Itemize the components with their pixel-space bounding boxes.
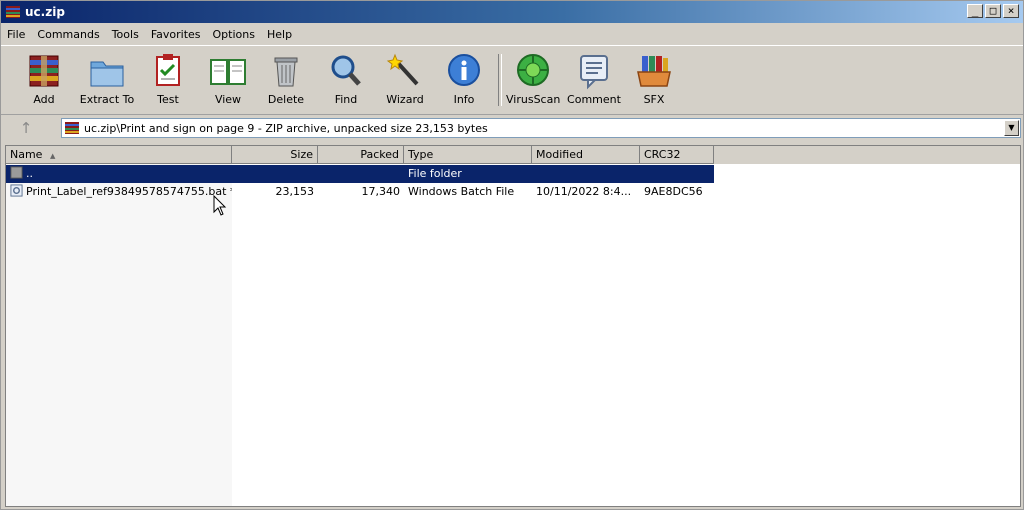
open-book-icon [210, 59, 246, 85]
row-modified [532, 165, 640, 183]
toolbar-separator [498, 54, 502, 106]
close-button[interactable]: × [1003, 4, 1019, 18]
find-button[interactable]: Find [319, 52, 373, 110]
magnifier-icon [331, 55, 361, 86]
info-icon [448, 54, 480, 86]
window-controls: _ □ × [967, 4, 1019, 18]
delete-button[interactable]: Delete [259, 52, 313, 110]
table-row[interactable]: Print_Label_ref93849578574755.bat * 23,1… [6, 183, 714, 201]
toolbar: Add Extract To Test View Delete Find Wiz… [1, 45, 1023, 115]
row-type: Windows Batch File [408, 185, 515, 198]
info-button[interactable]: Info [437, 52, 491, 110]
test-button[interactable]: Test [141, 52, 195, 110]
row-crc32: 9AE8DC56 [644, 185, 703, 198]
extract-to-label: Extract To [79, 93, 135, 106]
comment-label: Comment [567, 93, 621, 106]
virus-shield-icon [517, 54, 549, 86]
archive-icon [65, 122, 79, 134]
winrar-app-icon [6, 6, 20, 18]
sfx-button[interactable]: SFX [627, 52, 681, 110]
magic-wand-icon [386, 53, 419, 86]
virusscan-label: VirusScan [506, 93, 561, 106]
trash-can-icon [274, 57, 298, 87]
title-bar[interactable]: uc.zip _ □ × [1, 1, 1023, 23]
column-packed[interactable]: Packed [318, 146, 404, 164]
row-modified: 10/11/2022 8:4... [536, 185, 632, 198]
row-packed: 17,340 [361, 185, 401, 198]
menu-options[interactable]: Options [207, 28, 261, 41]
menu-help[interactable]: Help [261, 28, 298, 41]
archive-books-icon [29, 55, 59, 87]
info-label: Info [453, 93, 475, 106]
column-name[interactable]: Name ▲ [6, 146, 232, 164]
restore-button[interactable]: □ [985, 4, 1001, 18]
column-crc32[interactable]: CRC32 [640, 146, 714, 164]
menu-commands[interactable]: Commands [31, 28, 105, 41]
parent-folder-icon [10, 166, 23, 179]
wizard-button[interactable]: Wizard [378, 52, 432, 110]
address-path: uc.zip\Print and sign on page 9 - ZIP ar… [84, 121, 488, 135]
name-column-shade [6, 164, 232, 506]
address-bar[interactable]: uc.zip\Print and sign on page 9 - ZIP ar… [61, 118, 1021, 138]
find-label: Find [334, 93, 358, 106]
menu-favorites[interactable]: Favorites [145, 28, 207, 41]
delete-label: Delete [267, 93, 305, 106]
up-one-level-button[interactable]: ↑ [15, 119, 37, 137]
column-size[interactable]: Size [232, 146, 318, 164]
row-size: 23,153 [275, 185, 315, 198]
column-name-label: Name [10, 148, 43, 161]
winrar-window: uc.zip _ □ × File Commands Tools Favorit… [0, 0, 1024, 510]
add-label: Add [33, 93, 55, 106]
menu-file[interactable]: File [1, 28, 31, 41]
row-name: .. [26, 167, 33, 180]
folder-icon [90, 61, 124, 87]
comment-button[interactable]: Comment [567, 52, 621, 110]
comment-note-icon [580, 55, 608, 90]
column-type[interactable]: Type [404, 146, 532, 164]
window-title: uc.zip [25, 5, 65, 19]
add-button[interactable]: Add [17, 52, 71, 110]
sort-ascending-icon: ▲ [49, 152, 56, 160]
file-list[interactable]: Name ▲ Size Packed Type Modified CRC32 .… [5, 145, 1021, 507]
address-row: ↑ uc.zip\Print and sign on page 9 - ZIP … [1, 115, 1023, 141]
row-size [232, 165, 318, 183]
mouse-pointer-icon [213, 195, 227, 216]
row-packed [318, 165, 404, 183]
address-dropdown-button[interactable]: ▼ [1004, 120, 1019, 136]
view-button[interactable]: View [201, 52, 255, 110]
table-row[interactable]: .. File folder [6, 165, 714, 183]
row-type: File folder [408, 167, 462, 180]
row-name: Print_Label_ref93849578574755.bat * [26, 185, 232, 198]
wizard-label: Wizard [386, 93, 424, 106]
menu-tools[interactable]: Tools [106, 28, 145, 41]
row-crc32 [640, 165, 714, 183]
extract-to-button[interactable]: Extract To [79, 52, 135, 110]
sfx-label: SFX [643, 93, 665, 106]
sfx-box-icon [637, 56, 671, 87]
virusscan-button[interactable]: VirusScan [506, 52, 560, 110]
test-label: Test [157, 93, 179, 106]
view-label: View [214, 93, 242, 106]
checklist-icon [156, 54, 180, 86]
column-modified[interactable]: Modified [532, 146, 640, 164]
minimize-button[interactable]: _ [967, 4, 983, 18]
batch-file-icon [10, 184, 23, 197]
menu-bar: File Commands Tools Favorites Options He… [1, 24, 1023, 44]
column-header: Name ▲ Size Packed Type Modified CRC32 [6, 146, 1020, 164]
